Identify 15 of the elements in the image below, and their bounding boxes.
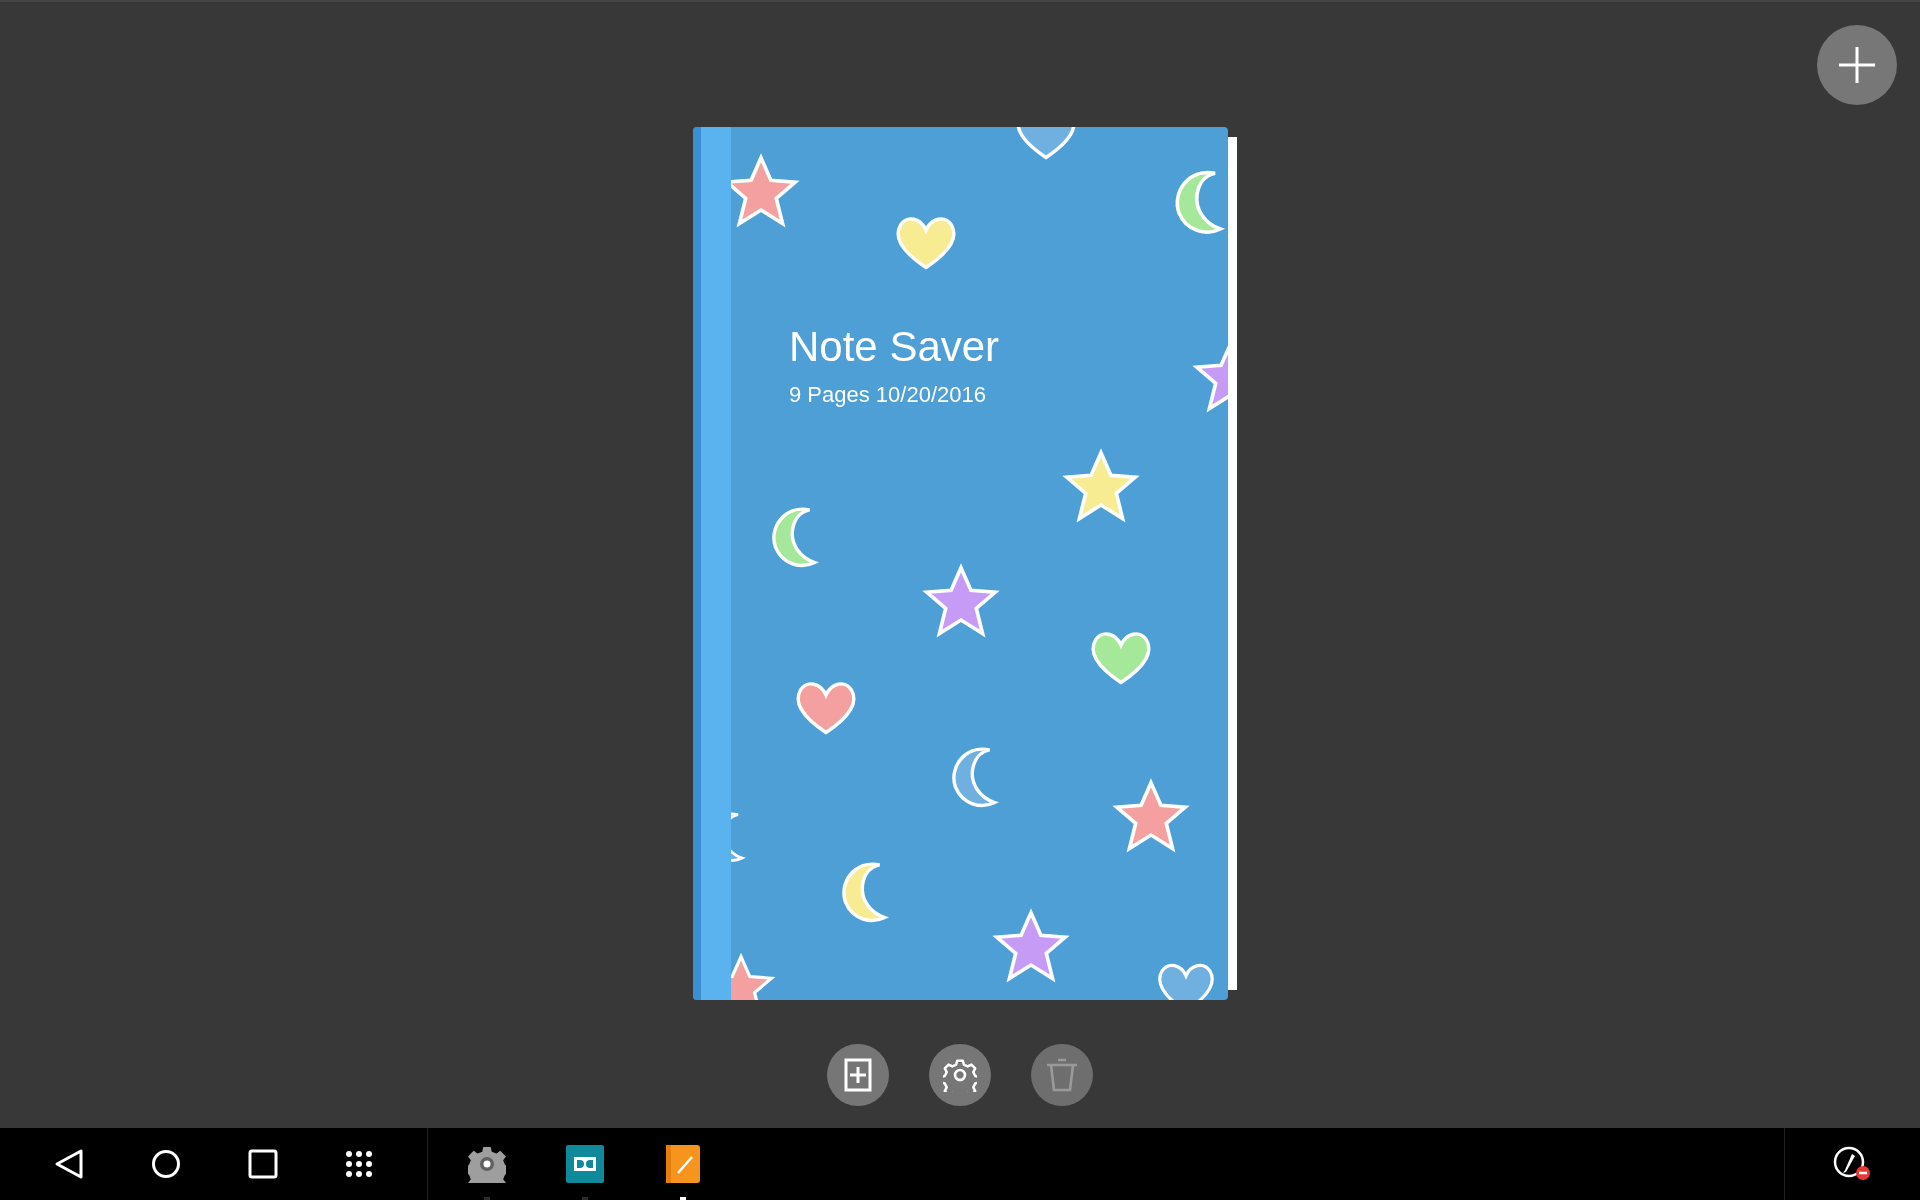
notebook-cover[interactable]: Note Saver 9 Pages 10/20/2016 bbox=[693, 127, 1228, 1000]
notebook-title: Note Saver bbox=[789, 322, 1001, 372]
settings-icon bbox=[943, 1058, 977, 1092]
back-icon bbox=[53, 1148, 84, 1180]
notebook-info: 9 Pages 10/20/2016 bbox=[789, 382, 987, 409]
gear-icon bbox=[468, 1145, 506, 1183]
plus-icon bbox=[1837, 45, 1877, 85]
app-grid-icon bbox=[345, 1150, 374, 1178]
double-d-icon bbox=[566, 1145, 604, 1183]
home-icon bbox=[150, 1149, 181, 1179]
notebook-pencil-icon bbox=[666, 1145, 700, 1183]
trash-icon bbox=[1045, 1058, 1079, 1092]
pen-disabled-icon bbox=[1832, 1146, 1873, 1182]
add-page-icon bbox=[844, 1058, 872, 1092]
recents-icon bbox=[248, 1149, 279, 1179]
